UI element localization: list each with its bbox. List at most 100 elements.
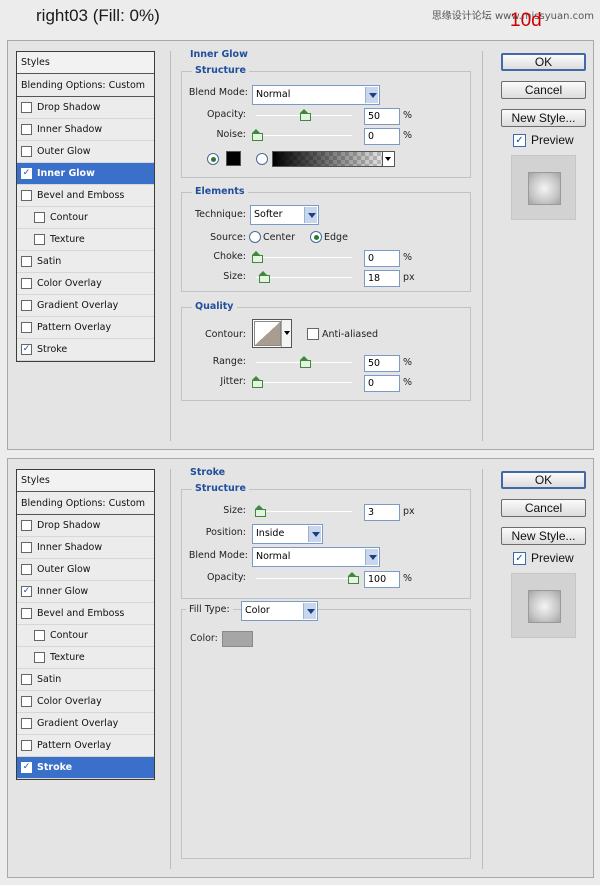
style-checkbox[interactable] xyxy=(34,234,45,245)
slider-thumb[interactable] xyxy=(258,271,270,283)
style-item-gradient-overlay[interactable]: Gradient Overlay xyxy=(17,295,154,317)
noise-input[interactable]: 0 xyxy=(364,128,400,145)
slider-thumb[interactable] xyxy=(300,356,311,368)
style-checkbox[interactable]: ✓ xyxy=(21,344,32,355)
style-checkbox[interactable] xyxy=(21,674,32,685)
style-item-contour[interactable]: Contour xyxy=(17,207,154,229)
style-checkbox[interactable] xyxy=(34,652,45,663)
style-checkbox[interactable] xyxy=(21,146,32,157)
style-item-pattern-overlay[interactable]: Pattern Overlay xyxy=(17,735,154,757)
gradient-radio[interactable] xyxy=(256,153,268,165)
style-checkbox[interactable] xyxy=(34,212,45,223)
style-item-contour[interactable]: Contour xyxy=(17,625,154,647)
style-checkbox[interactable] xyxy=(21,124,32,135)
style-checkbox[interactable] xyxy=(21,564,32,575)
style-checkbox[interactable] xyxy=(21,278,32,289)
slider-thumb[interactable] xyxy=(254,505,266,517)
style-item-styles[interactable]: Styles xyxy=(17,470,154,492)
style-item-satin[interactable]: Satin xyxy=(17,251,154,273)
style-checkbox[interactable] xyxy=(21,256,32,267)
style-item-bevel-and-emboss[interactable]: Bevel and Emboss xyxy=(17,185,154,207)
style-item-color-overlay[interactable]: Color Overlay xyxy=(17,273,154,295)
style-checkbox[interactable] xyxy=(21,520,32,531)
style-checkbox[interactable] xyxy=(21,542,32,553)
style-item-satin[interactable]: Satin xyxy=(17,669,154,691)
size-input[interactable]: 3 xyxy=(364,504,400,521)
style-item-blending-options-custom[interactable]: Blending Options: Custom xyxy=(17,74,154,97)
style-item-stroke[interactable]: ✓ Stroke xyxy=(17,339,154,361)
jitter-slider[interactable] xyxy=(252,376,352,388)
style-checkbox[interactable] xyxy=(21,696,32,707)
opacity-slider[interactable] xyxy=(256,572,359,584)
style-checkbox[interactable] xyxy=(21,102,32,113)
opacity-input[interactable]: 50 xyxy=(364,108,400,125)
preview-checkbox[interactable]: ✓ xyxy=(513,552,526,565)
style-item-styles[interactable]: Styles xyxy=(17,52,154,74)
anti-aliased-checkbox[interactable] xyxy=(307,328,319,340)
style-checkbox[interactable] xyxy=(21,190,32,201)
style-item-label: Outer Glow xyxy=(37,564,91,575)
slider-thumb[interactable] xyxy=(252,129,263,141)
style-item-pattern-overlay[interactable]: Pattern Overlay xyxy=(17,317,154,339)
preview-checkbox[interactable]: ✓ xyxy=(513,134,526,147)
style-item-bevel-and-emboss[interactable]: Bevel and Emboss xyxy=(17,603,154,625)
style-item-color-overlay[interactable]: Color Overlay xyxy=(17,691,154,713)
new-style-button[interactable]: New Style... xyxy=(501,109,586,127)
stroke-color-swatch[interactable] xyxy=(222,631,253,647)
style-item-inner-shadow[interactable]: Inner Shadow xyxy=(17,537,154,559)
style-item-stroke[interactable]: ✓ Stroke xyxy=(17,757,154,779)
ok-button[interactable]: OK xyxy=(501,471,586,489)
glow-gradient-picker[interactable] xyxy=(272,151,395,167)
cancel-button[interactable]: Cancel xyxy=(501,81,586,99)
range-input[interactable]: 50 xyxy=(364,355,400,372)
style-item-inner-shadow[interactable]: Inner Shadow xyxy=(17,119,154,141)
technique-select[interactable]: Softer xyxy=(250,205,319,225)
style-checkbox[interactable] xyxy=(21,718,32,729)
style-item-drop-shadow[interactable]: Drop Shadow xyxy=(17,515,154,537)
choke-slider[interactable] xyxy=(252,251,352,263)
style-item-inner-glow[interactable]: ✓ Inner Glow xyxy=(17,163,154,185)
style-item-outer-glow[interactable]: Outer Glow xyxy=(17,559,154,581)
style-checkbox[interactable]: ✓ xyxy=(21,762,32,773)
slider-thumb[interactable] xyxy=(348,572,359,584)
ok-button[interactable]: OK xyxy=(501,53,586,71)
slider-thumb[interactable] xyxy=(252,251,263,263)
contour-picker[interactable] xyxy=(252,319,292,348)
style-item-drop-shadow[interactable]: Drop Shadow xyxy=(17,97,154,119)
style-checkbox[interactable] xyxy=(21,740,32,751)
cancel-button[interactable]: Cancel xyxy=(501,499,586,517)
style-checkbox[interactable] xyxy=(34,630,45,641)
opacity-input[interactable]: 100 xyxy=(364,571,400,588)
position-select[interactable]: Inside xyxy=(252,524,323,544)
style-checkbox[interactable] xyxy=(21,322,32,333)
style-checkbox[interactable]: ✓ xyxy=(21,168,32,179)
style-checkbox[interactable] xyxy=(21,608,32,619)
size-slider[interactable] xyxy=(254,505,352,517)
style-item-outer-glow[interactable]: Outer Glow xyxy=(17,141,154,163)
glow-color-swatch[interactable] xyxy=(226,151,241,166)
source-center-radio[interactable] xyxy=(249,231,261,243)
blend-mode-select[interactable]: Normal xyxy=(252,85,380,105)
noise-slider[interactable] xyxy=(252,129,352,141)
style-item-texture[interactable]: Texture xyxy=(17,647,154,669)
slider-thumb[interactable] xyxy=(300,109,311,121)
new-style-button[interactable]: New Style... xyxy=(501,527,586,545)
blend-mode-select[interactable]: Normal xyxy=(252,547,380,567)
style-item-gradient-overlay[interactable]: Gradient Overlay xyxy=(17,713,154,735)
style-checkbox[interactable] xyxy=(21,300,32,311)
slider-thumb[interactable] xyxy=(252,376,263,388)
style-item-inner-glow[interactable]: ✓ Inner Glow xyxy=(17,581,154,603)
opacity-slider[interactable] xyxy=(256,109,352,121)
fill-type-select[interactable]: Color xyxy=(241,601,318,621)
style-item-blending-options-custom[interactable]: Blending Options: Custom xyxy=(17,492,154,515)
size-slider[interactable] xyxy=(256,271,352,283)
choke-input[interactable]: 0 xyxy=(364,250,400,267)
style-item-texture[interactable]: Texture xyxy=(17,229,154,251)
source-edge-radio[interactable] xyxy=(310,231,322,243)
range-slider[interactable] xyxy=(256,356,352,368)
size-input[interactable]: 18 xyxy=(364,270,400,287)
jitter-input[interactable]: 0 xyxy=(364,375,400,392)
style-item-label: Inner Glow xyxy=(37,168,95,179)
solid-color-radio[interactable] xyxy=(207,153,219,165)
style-checkbox[interactable]: ✓ xyxy=(21,586,32,597)
